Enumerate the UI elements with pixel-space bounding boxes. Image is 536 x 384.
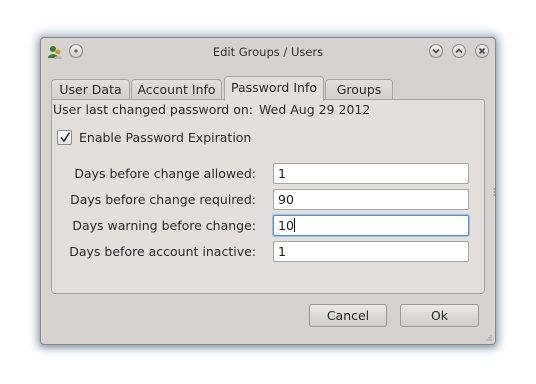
close-icon[interactable] (475, 44, 489, 58)
last-changed-date: Wed Aug 29 2012 (259, 102, 371, 117)
resize-grip-icon[interactable] (486, 335, 492, 341)
edit-groups-users-dialog: Edit Groups / Users User Data Account In… (40, 37, 496, 345)
check-icon (60, 132, 71, 143)
ok-button[interactable]: Ok (400, 304, 479, 327)
days-before-change-required-field[interactable]: 90 (273, 189, 469, 210)
enable-expiration-label[interactable]: Enable Password Expiration (79, 130, 251, 145)
days-warning-before-change-field[interactable]: 10 (273, 215, 469, 236)
window-title: Edit Groups / Users (212, 45, 324, 59)
splitter-handle-icon[interactable] (493, 187, 496, 197)
days-before-change-required-label: Days before change required: (70, 192, 256, 207)
last-changed-row: User last changed password on: Wed Aug 29… (53, 102, 370, 117)
cancel-button[interactable]: Cancel (309, 304, 387, 327)
minimize-icon[interactable] (429, 44, 443, 58)
enable-expiration-checkbox[interactable] (57, 130, 72, 145)
last-changed-label: User last changed password on: (53, 102, 253, 117)
tab-password-info[interactable]: Password Info (224, 76, 324, 101)
tab-account-info[interactable]: Account Info (131, 79, 222, 100)
days-before-change-allowed-label: Days before change allowed: (74, 166, 256, 181)
days-before-change-allowed-field[interactable]: 1 (273, 163, 469, 184)
days-warning-before-change-label: Days warning before change: (72, 218, 256, 233)
title-bar[interactable]: Edit Groups / Users (41, 38, 495, 66)
days-before-account-inactive-field[interactable]: 1 (273, 241, 469, 262)
days-before-account-inactive-label: Days before account inactive: (69, 244, 256, 259)
maximize-icon[interactable] (452, 44, 466, 58)
field-value: 10 (278, 218, 294, 233)
tab-groups[interactable]: Groups (325, 79, 393, 100)
text-caret (293, 218, 295, 232)
tab-user-data[interactable]: User Data (51, 79, 130, 100)
